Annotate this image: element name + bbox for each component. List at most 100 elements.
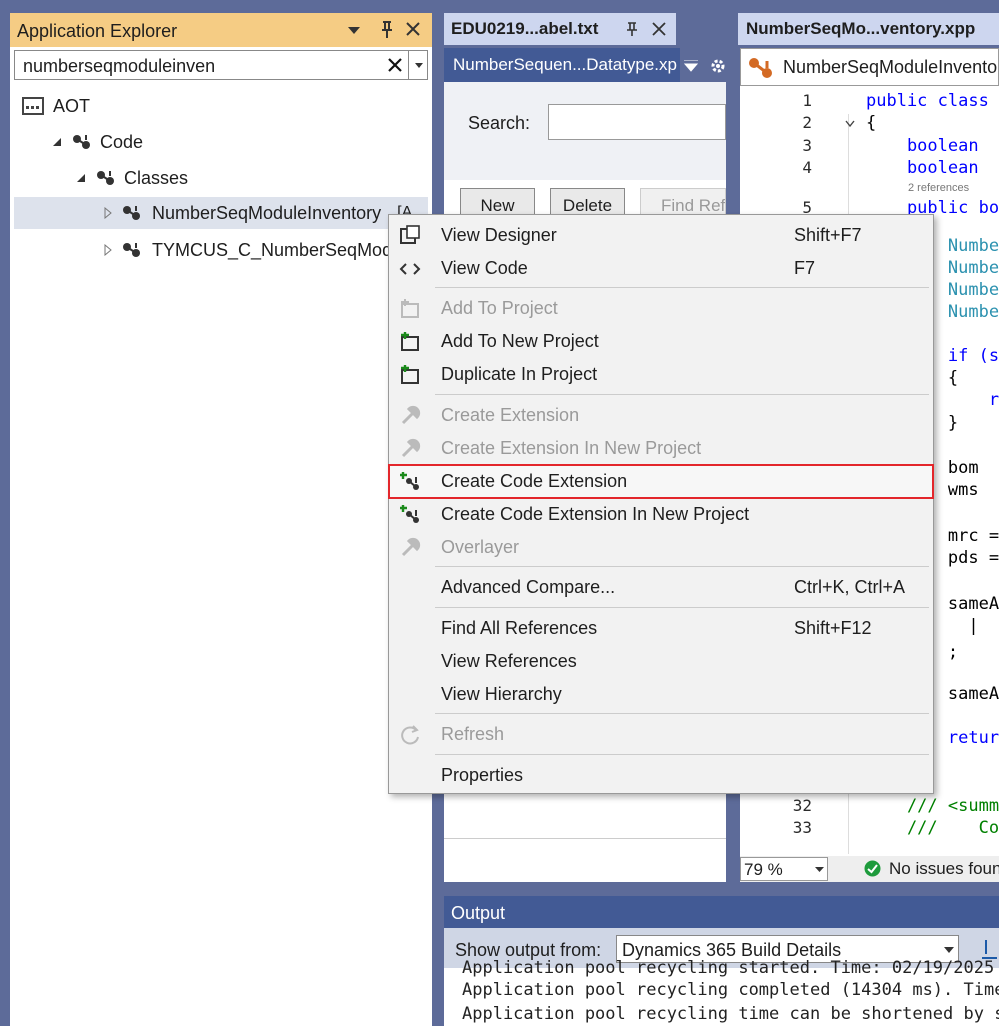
close-icon[interactable] [652, 22, 666, 36]
pin-icon[interactable] [380, 20, 394, 40]
menu-item-label: View Hierarchy [441, 684, 562, 704]
chevron-down-icon [944, 947, 954, 953]
view-designer-icon [399, 225, 421, 247]
code-line: /// Co [866, 818, 999, 838]
tree-node-numberseqmoduleinventory[interactable]: NumberSeqModuleInventory [A [14, 197, 428, 229]
menu-item-label: View Designer [441, 225, 557, 245]
gear-icon[interactable] [710, 58, 726, 74]
menu-item-refresh: Refresh [389, 718, 933, 751]
menu-item-add-to-project: Add To Project [389, 292, 933, 325]
menu-item-label: Create Extension In New Project [441, 438, 702, 458]
menu-item-view-hierarchy[interactable]: View Hierarchy [389, 678, 933, 711]
search-dropdown-button[interactable] [408, 51, 428, 79]
designer-search-input[interactable] [548, 104, 726, 140]
menu-item-properties[interactable]: Properties [389, 759, 933, 792]
tab-label-file[interactable]: EDU0219...abel.txt [444, 13, 676, 45]
tree-label: Code [100, 131, 144, 152]
menu-item-shortcut: F7 [794, 258, 816, 278]
menu-item-label: Overlayer [441, 537, 520, 557]
tree-label: Classes [124, 167, 189, 188]
nav-bar-label: NumberSeqModuleInvento [783, 57, 998, 77]
search-label: Search: [468, 113, 531, 133]
menu-item-label: Duplicate In Project [441, 364, 598, 384]
tree-node-aot[interactable]: AOT [22, 90, 90, 122]
dropdown-icon[interactable] [684, 60, 698, 72]
code-line: boolean [866, 136, 979, 156]
class-icon [73, 135, 90, 149]
collapsed-arrow-icon[interactable] [104, 207, 112, 219]
code-extension-icon [399, 471, 421, 493]
output-panel-header: Output [444, 896, 999, 928]
output-title: Output [451, 903, 506, 923]
add-to-project-icon [399, 298, 421, 320]
menu-item-view-references[interactable]: View References [389, 645, 933, 678]
search-input[interactable]: numberseqmoduleinven [14, 50, 428, 80]
tab-title: EDU0219...abel.txt [451, 19, 599, 38]
collapse-icon[interactable] [845, 120, 855, 128]
dropdown-icon[interactable] [348, 27, 360, 35]
output-line: Application pool recycling started. Time… [462, 958, 999, 978]
menu-item-shortcut: Ctrl+K, Ctrl+A [794, 577, 906, 597]
view-code-icon [399, 258, 421, 280]
menu-item-label: Add To New Project [441, 331, 599, 351]
tree-node-tymcus-numberseqmodule[interactable]: TYMCUS_C_NumberSeqModul [104, 234, 406, 266]
line-number: 2 [802, 113, 812, 132]
menu-item-advanced-compare[interactable]: Advanced Compare... Ctrl+K, Ctrl+A [389, 571, 933, 604]
zoom-dropdown[interactable]: 79 % [740, 857, 828, 881]
code-lens-references: 2 references [908, 182, 970, 194]
menu-item-label: Advanced Compare... [441, 577, 616, 597]
tab-title: NumberSeqMo...ventory.xpp [746, 19, 976, 38]
menu-item-label: Refresh [441, 724, 505, 744]
menu-item-label: Find All References [441, 618, 598, 638]
menu-item-create-code-extension-in-new-project[interactable]: Create Code Extension In New Project [389, 498, 933, 531]
line-number: 1 [802, 91, 812, 110]
line-number: 4 [802, 158, 812, 177]
tree-node-code[interactable]: Code [52, 126, 143, 158]
tree-node-classes[interactable]: Classes [76, 162, 188, 194]
menu-item-shortcut: Shift+F12 [794, 618, 872, 638]
code-line: boolean [866, 158, 979, 178]
chevron-down-icon [815, 867, 824, 872]
tree-label: AOT [53, 95, 91, 116]
expanded-arrow-icon[interactable] [76, 173, 86, 183]
wrench-icon [399, 537, 421, 559]
tree-label: NumberSeqModuleInventory [152, 202, 382, 223]
tab-code-file[interactable]: NumberSeqMo...ventory.xpp [738, 13, 999, 45]
menu-separator [435, 287, 929, 288]
class-icon [97, 171, 114, 185]
menu-item-overlayer: Overlayer [389, 531, 933, 564]
collapsed-arrow-icon[interactable] [104, 244, 112, 256]
menu-separator [435, 754, 929, 755]
clear-search-icon[interactable] [388, 58, 402, 72]
menu-separator [435, 713, 929, 714]
line-number: 32 [792, 796, 812, 815]
code-navigation-bar[interactable]: NumberSeqModuleInvento [740, 48, 999, 86]
class-icon [123, 206, 140, 220]
menu-item-add-to-new-project[interactable]: Add To New Project [389, 325, 933, 358]
menu-item-find-all-references[interactable]: Find All References Shift+F12 [389, 612, 933, 645]
button-label: Delete [562, 196, 613, 215]
menu-item-view-code[interactable]: View Code F7 [389, 252, 933, 285]
menu-item-label: Create Code Extension [441, 471, 628, 491]
menu-item-label: Add To Project [441, 298, 558, 318]
menu-item-create-extension-in-new-project: Create Extension In New Project [389, 432, 933, 465]
close-icon[interactable] [405, 21, 421, 37]
check-circle-icon [864, 860, 881, 877]
tree-label: TYMCUS_C_NumberSeqModul [152, 239, 407, 260]
sub-tab-title: NumberSequen...Datatype.xp [453, 55, 677, 74]
menu-item-view-designer[interactable]: View Designer Shift+F7 [389, 219, 933, 252]
button-label: Find Ref [661, 196, 726, 215]
menu-item-create-code-extension[interactable]: Create Code Extension [388, 464, 934, 499]
sub-tab-datatype[interactable]: NumberSequen...Datatype.xp [444, 48, 725, 82]
pin-icon[interactable] [626, 21, 638, 37]
menu-item-duplicate-in-project[interactable]: Duplicate In Project [389, 358, 933, 391]
menu-item-label: Properties [441, 765, 524, 785]
output-text: Application pool recycling started. Time… [444, 958, 999, 1026]
expanded-arrow-icon[interactable] [52, 137, 62, 147]
menu-item-label: View Code [441, 258, 528, 278]
menu-item-label: Create Code Extension In New Project [441, 504, 750, 524]
refresh-icon [399, 724, 421, 746]
menu-separator [435, 566, 929, 567]
menu-item-shortcut: Shift+F7 [794, 225, 862, 245]
menu-item-create-extension: Create Extension [389, 399, 933, 432]
